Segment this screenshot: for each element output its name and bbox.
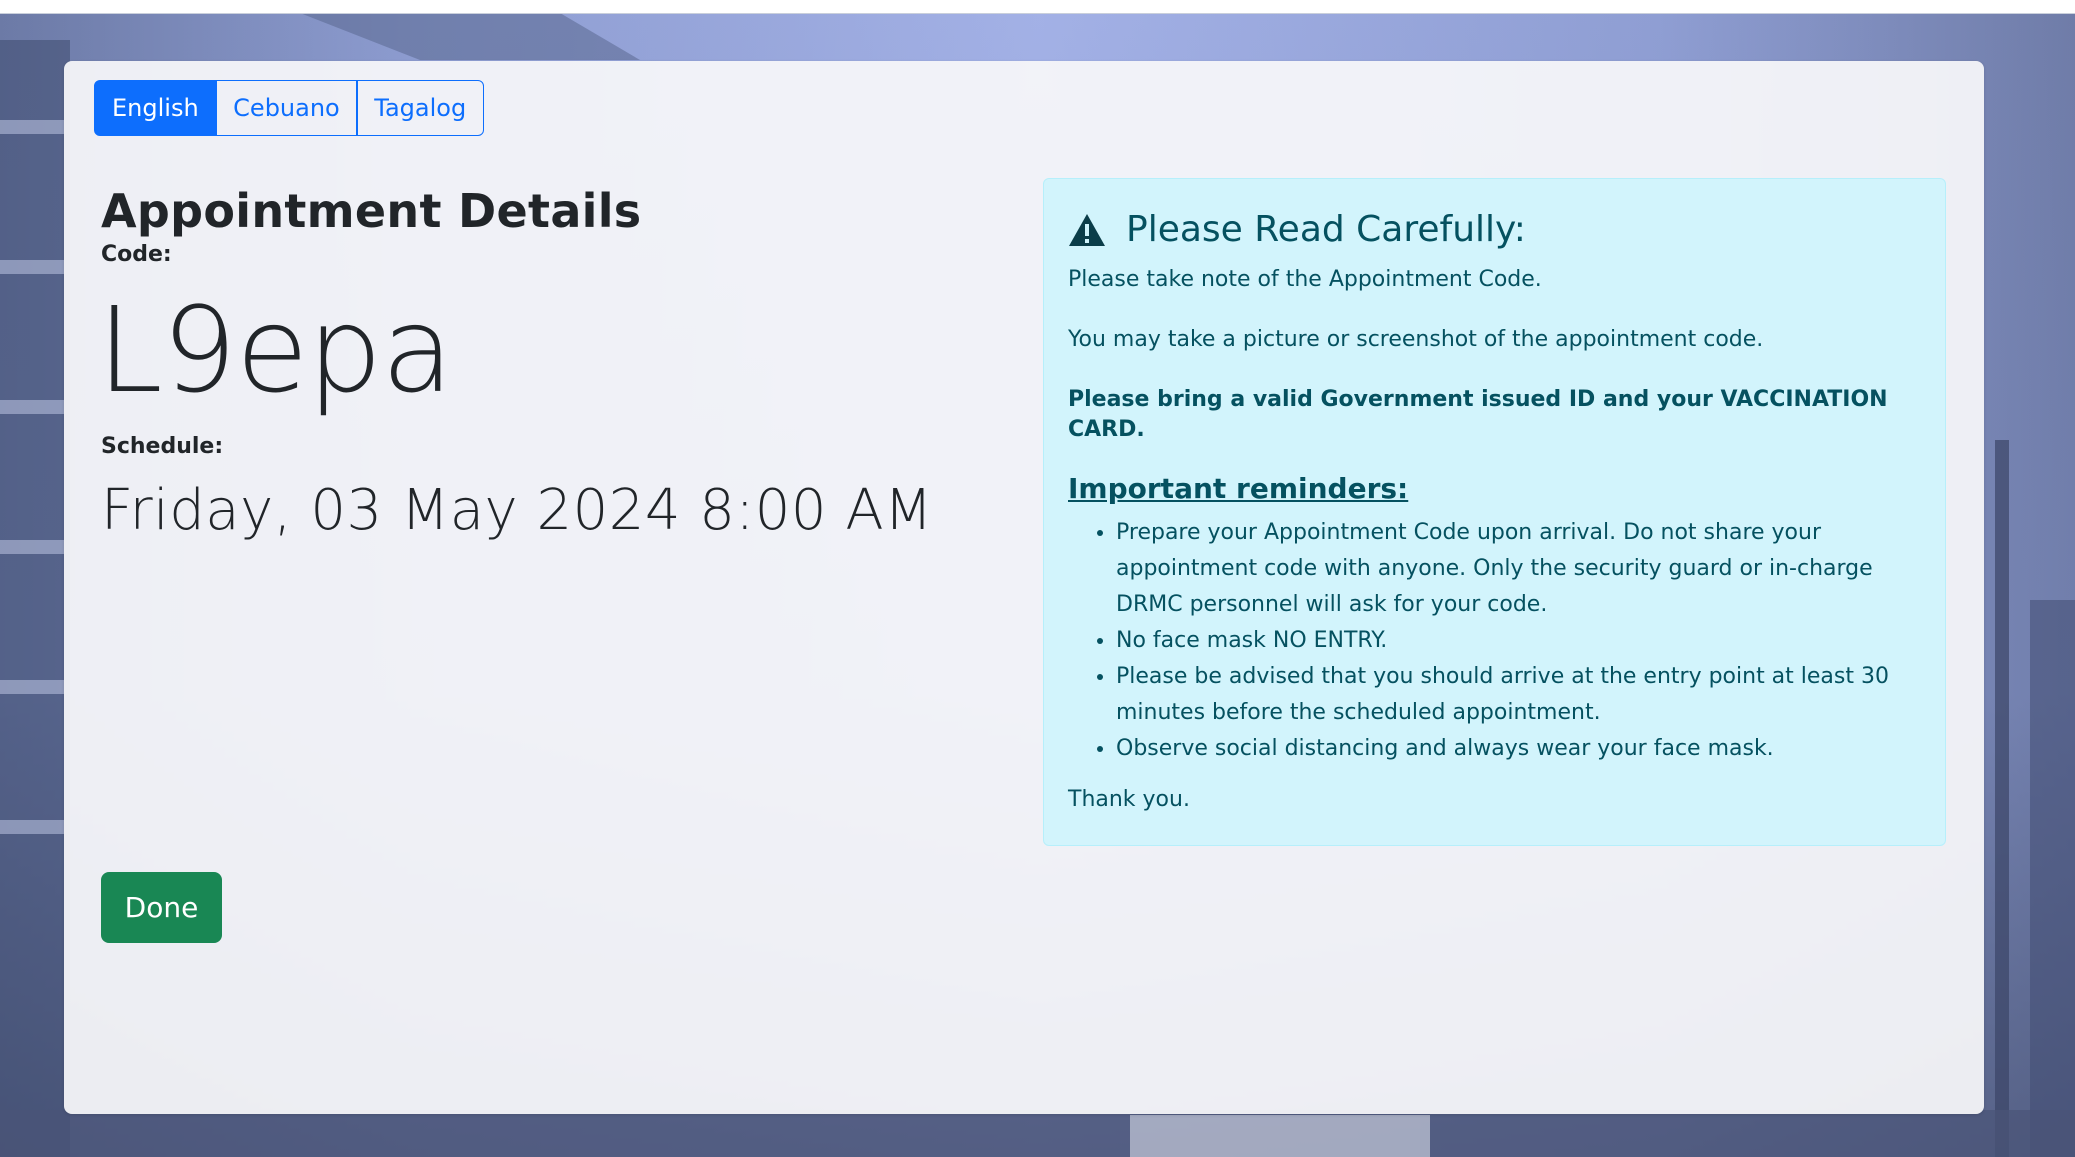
notice-para-code: Please take note of the Appointment Code… — [1068, 267, 1542, 292]
lang-tab-tagalog[interactable]: Tagalog — [356, 80, 485, 136]
page-title: Appointment Details — [101, 184, 642, 238]
notice-heading-row: Please Read Carefully: — [1068, 205, 1921, 255]
lang-tab-english[interactable]: English — [94, 80, 217, 136]
reminders-title: Important reminders: — [1068, 472, 1409, 505]
notice-para-screenshot: You may take a picture or screenshot of … — [1068, 327, 1764, 352]
schedule-label: Schedule: — [101, 434, 224, 459]
notice-para-bring-id: Please bring a valid Government issued I… — [1068, 387, 1888, 442]
notice-closing: Thank you. — [1068, 787, 1190, 812]
list-item: Prepare your Appointment Code upon arriv… — [1116, 515, 1921, 623]
appointment-code: L9epa — [97, 281, 454, 419]
list-item: Observe social distancing and always wea… — [1116, 731, 1921, 767]
reminders-list: Prepare your Appointment Code upon arriv… — [1068, 515, 1921, 767]
notice-alert: Please Read Carefully: Please take note … — [1043, 178, 1946, 846]
warning-triangle-icon — [1069, 214, 1105, 246]
code-label: Code: — [101, 242, 172, 267]
appointment-card: English Cebuano Tagalog Appointment Deta… — [64, 61, 1984, 1114]
appointment-details: Appointment Details Code: L9epa Schedule… — [97, 181, 1001, 551]
list-item: No face mask NO ENTRY. — [1116, 623, 1921, 659]
lang-tab-cebuano[interactable]: Cebuano — [215, 80, 358, 136]
notice-heading: Please Read Carefully: — [1126, 209, 1526, 250]
done-button[interactable]: Done — [101, 872, 222, 943]
schedule-value: Friday, 03 May 2024 8:00 AM — [101, 478, 933, 543]
list-item: Please be advised that you should arrive… — [1116, 659, 1921, 731]
language-switcher: English Cebuano Tagalog — [94, 80, 485, 136]
browser-top-strip — [0, 0, 2075, 14]
